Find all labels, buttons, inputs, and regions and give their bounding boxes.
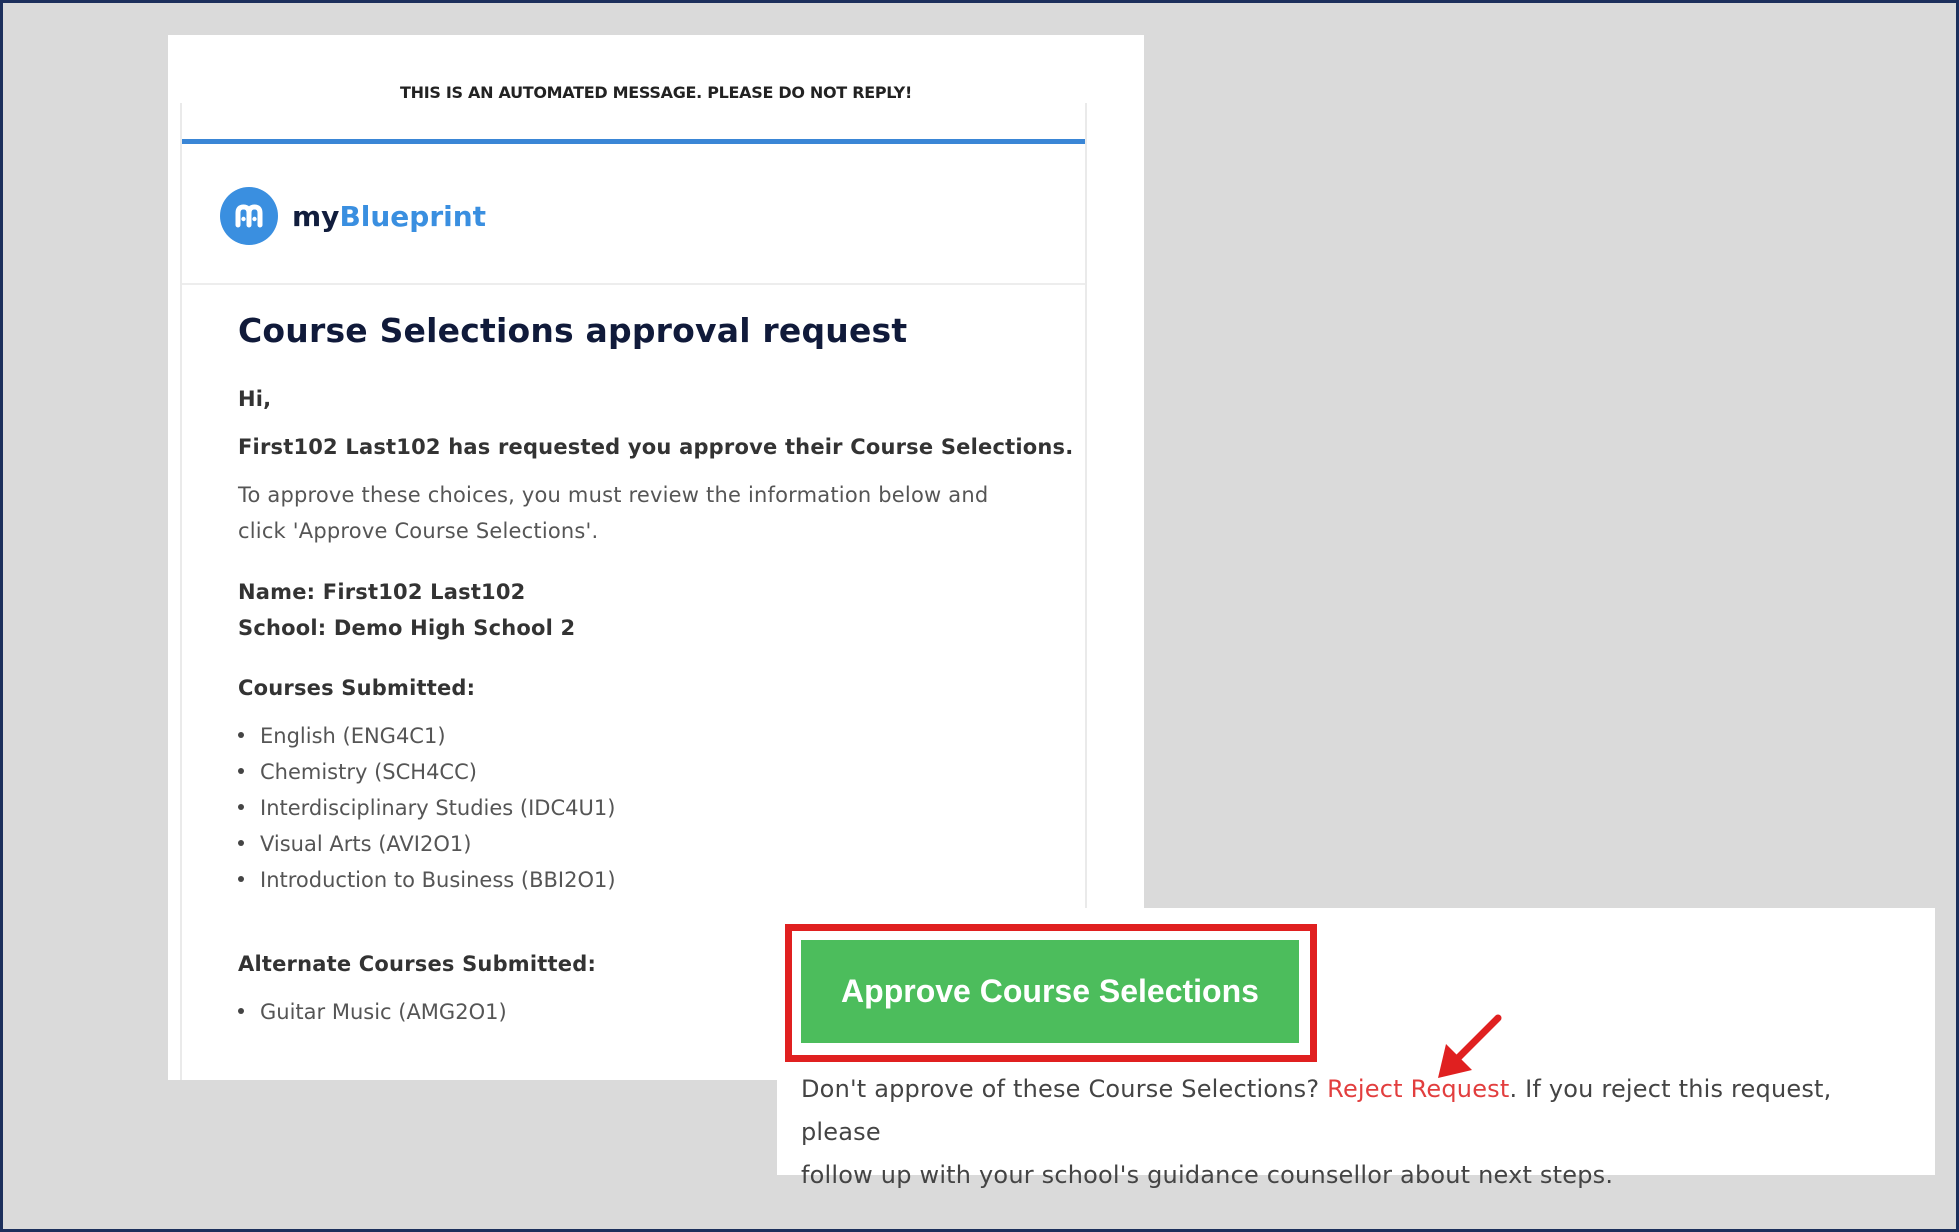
email-heading: Course Selections approval request [238, 311, 908, 350]
reject-request-link[interactable]: Reject Request [1327, 1075, 1509, 1103]
bullet [238, 804, 244, 810]
bullet [238, 732, 244, 738]
bullet [238, 768, 244, 774]
courses-heading: Courses Submitted: [238, 676, 476, 700]
course-item: Introduction to Business (BBI2O1) [238, 868, 616, 892]
course-label: Guitar Music (AMG2O1) [260, 1000, 507, 1024]
brand: myBlueprint [220, 187, 486, 245]
reject-suffix-line-2: follow up with your school's guidance co… [801, 1161, 1614, 1189]
approve-course-selections-button[interactable]: Approve Course Selections [801, 940, 1299, 1043]
course-label: Visual Arts (AVI2O1) [260, 832, 472, 856]
reject-prefix: Don't approve of these Course Selections… [801, 1075, 1328, 1103]
brand-name: myBlueprint [292, 200, 486, 233]
instructions-line-1: To approve these choices, you must revie… [238, 483, 989, 507]
alternate-course-item: Guitar Music (AMG2O1) [238, 1000, 507, 1024]
alternates-heading: Alternate Courses Submitted: [238, 952, 597, 976]
bullet [238, 1008, 244, 1014]
course-item: Chemistry (SCH4CC) [238, 760, 477, 784]
automated-message-note: THIS IS AN AUTOMATED MESSAGE. PLEASE DO … [400, 83, 912, 102]
bullet [238, 840, 244, 846]
course-item: Interdisciplinary Studies (IDC4U1) [238, 796, 615, 820]
student-name: Name: First102 Last102 [238, 580, 526, 604]
myblueprint-logo-icon [220, 187, 278, 245]
greeting: Hi, [238, 387, 272, 411]
brand-prefix: my [292, 199, 340, 233]
course-item: English (ENG4C1) [238, 724, 446, 748]
course-label: English (ENG4C1) [260, 724, 446, 748]
header-divider [182, 283, 1085, 285]
bullet [238, 876, 244, 882]
header-rule [182, 139, 1085, 144]
student-school: School: Demo High School 2 [238, 616, 576, 640]
course-label: Chemistry (SCH4CC) [260, 760, 477, 784]
request-line: First102 Last102 has requested you appro… [238, 435, 1074, 459]
brand-suffix: Blueprint [339, 199, 487, 233]
reject-message: Don't approve of these Course Selections… [801, 1068, 1911, 1197]
course-label: Introduction to Business (BBI2O1) [260, 868, 616, 892]
course-label: Interdisciplinary Studies (IDC4U1) [260, 796, 616, 820]
course-item: Visual Arts (AVI2O1) [238, 832, 471, 856]
instructions-line-2: click 'Approve Course Selections'. [238, 519, 599, 543]
approve-overlay: Approve Course Selections Don't approve … [777, 908, 1935, 1189]
